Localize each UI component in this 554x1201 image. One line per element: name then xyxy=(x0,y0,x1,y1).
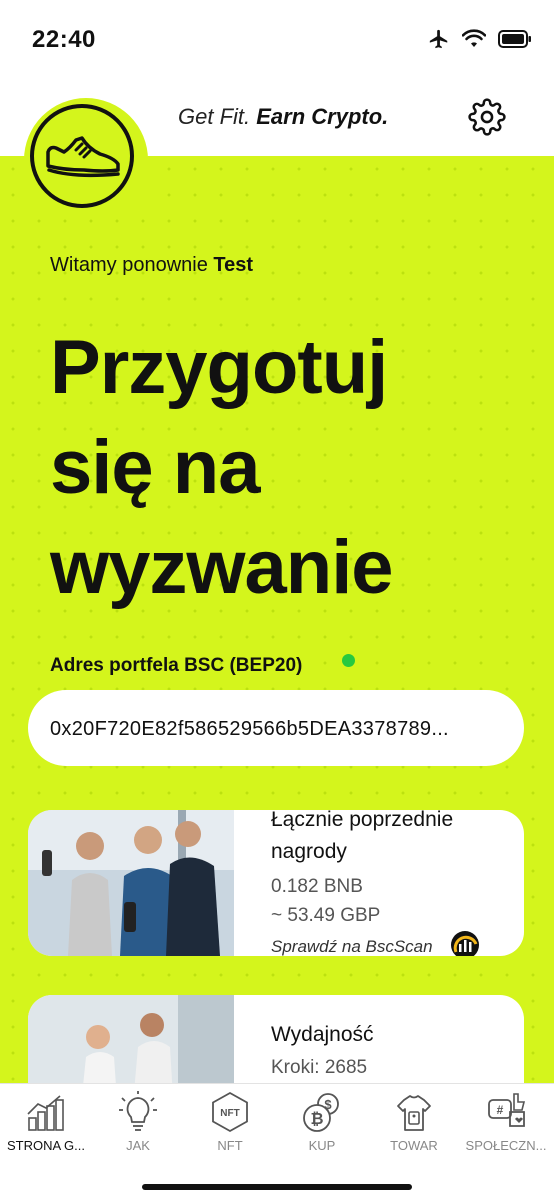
nft-icon: NFT xyxy=(212,1091,248,1133)
airplane-icon xyxy=(429,29,448,49)
coins-icon: $ ₿ xyxy=(303,1093,339,1132)
friends-photo xyxy=(28,810,234,956)
settings-button[interactable] xyxy=(468,98,506,136)
svg-text:NFT: NFT xyxy=(220,1108,239,1119)
nav-merch[interactable]: TOWAR xyxy=(368,1090,460,1153)
wallet-address[interactable]: 0x20F720E82f586529566b5DEA3378789... xyxy=(50,718,449,741)
wallet-status-dot xyxy=(342,654,355,667)
svg-text:#: # xyxy=(497,1103,504,1117)
rewards-title-line-1: Łącznie poprzednie xyxy=(271,810,454,831)
tagline-light: Get Fit. xyxy=(178,104,257,129)
rewards-card[interactable]: Łącznie poprzednie nagrody 0.182 BNB ~ 5… xyxy=(28,810,524,956)
nav-how[interactable]: JAK xyxy=(92,1090,184,1153)
welcome-message: Witamy ponownie Test xyxy=(50,254,253,277)
bscscan-link[interactable]: Sprawdź na BscScan xyxy=(271,937,433,956)
sneaker-icon xyxy=(46,136,120,178)
rewards-title-line-2: nagrody xyxy=(271,840,347,863)
performance-title: Wydajność xyxy=(271,1023,374,1046)
social-icon: # xyxy=(488,1093,526,1127)
tshirt-tag-icon xyxy=(397,1095,431,1131)
bscscan-icon[interactable] xyxy=(450,930,480,956)
nav-label-home: STRONA G... xyxy=(6,1138,85,1153)
rewards-bnb: 0.182 BNB xyxy=(271,876,363,897)
tagline-bold: Earn Crypto. xyxy=(256,104,389,129)
nav-home[interactable]: STRONA G... xyxy=(0,1090,92,1153)
wifi-icon xyxy=(462,29,486,47)
home-chart-icon xyxy=(27,1095,64,1131)
rewards-gbp: ~ 53.49 GBP xyxy=(271,905,381,926)
status-icons xyxy=(428,28,532,50)
nav-label-nft: NFT xyxy=(217,1138,243,1153)
lightbulb-icon xyxy=(119,1091,157,1131)
nav-buy[interactable]: $ ₿ KUP xyxy=(276,1090,368,1153)
gear-icon xyxy=(468,98,506,136)
svg-text:₿: ₿ xyxy=(310,1110,323,1128)
app-logo xyxy=(30,104,134,208)
user-name: Test xyxy=(213,254,254,276)
headline-line-2: się na xyxy=(50,425,260,510)
status-bar: 22:40 xyxy=(0,0,554,80)
nav-label-buy: KUP xyxy=(308,1138,336,1153)
wallet-label: Adres portfela BSC (BEP20) xyxy=(50,655,303,676)
welcome-prefix: Witamy ponownie xyxy=(50,254,214,276)
nav-label-social: SPOŁECZN... xyxy=(465,1138,547,1153)
nav-social[interactable]: # SPOŁECZN... xyxy=(460,1090,552,1153)
status-time: 22:40 xyxy=(32,26,96,53)
nav-label-merch: TOWAR xyxy=(390,1138,438,1153)
performance-steps: Kroki: 2685 xyxy=(271,1057,368,1078)
nav-label-how: JAK xyxy=(126,1138,150,1153)
hero-headline: Przygotuj się na wyzwanie xyxy=(50,318,540,618)
app-tagline: Get Fit. Earn Crypto. xyxy=(178,104,388,130)
headline-line-3: wyzwanie xyxy=(50,525,394,610)
nav-nft[interactable]: NFT NFT xyxy=(184,1090,276,1153)
home-indicator[interactable] xyxy=(142,1184,412,1190)
headline-line-1: Przygotuj xyxy=(50,325,388,410)
battery-icon xyxy=(498,30,531,48)
rewards-title: Łącznie poprzednie nagrody xyxy=(271,810,453,868)
